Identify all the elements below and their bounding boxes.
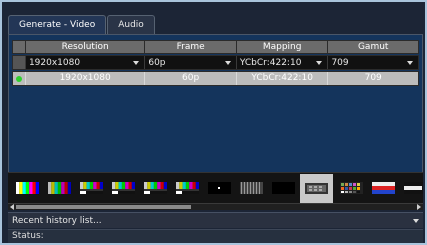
recent-history-label: Recent history list... <box>12 215 102 226</box>
scrollbar-thumb[interactable] <box>16 205 191 209</box>
recent-history-dropdown[interactable]: Recent history list... <box>8 212 423 228</box>
resolution-select-value: 1920x1080 <box>28 57 81 68</box>
smpte-bars-pattern-icon[interactable] <box>112 182 135 194</box>
tab-generate-video[interactable]: Generate - Video <box>8 15 107 34</box>
generator-window: Generate - Video Audio Resolution Frame … <box>0 0 427 245</box>
tab-audio[interactable]: Audio <box>107 15 155 34</box>
row-resolution: 1920x1080 <box>26 72 146 85</box>
header-frame: Frame <box>145 41 237 53</box>
row-frame: 60p <box>145 72 237 85</box>
test-card-pattern-icon[interactable] <box>300 174 333 203</box>
table-row[interactable]: 1920x1080 60p YCbCr:422:10 709 <box>12 71 419 86</box>
ramp-pattern-icon[interactable] <box>372 182 395 194</box>
smpte-bars-pattern-icon[interactable] <box>144 182 167 194</box>
row-status-cell <box>13 72 26 85</box>
resolution-select[interactable]: 1920x1080 <box>26 56 146 69</box>
chevron-down-icon <box>413 218 419 223</box>
chevron-down-icon <box>407 60 413 65</box>
selector-row: 1920x1080 60p YCbCr:422:10 709 <box>12 55 419 70</box>
selector-status-cell <box>13 56 26 69</box>
chevron-down-icon <box>224 60 231 65</box>
multiburst-pattern-icon[interactable] <box>240 182 263 194</box>
pattern-thumbnail-strip <box>8 172 423 204</box>
status-label: Status: <box>12 231 44 241</box>
header-mapping: Mapping <box>237 41 329 53</box>
active-status-dot-icon <box>16 76 22 82</box>
scroll-right-icon[interactable] <box>417 204 421 210</box>
smpte-bars-pattern-icon[interactable] <box>80 182 103 194</box>
color-bars-pattern-icon[interactable] <box>16 182 39 194</box>
frame-select[interactable]: 60p <box>145 56 237 69</box>
color-bars-pattern-icon[interactable] <box>48 182 71 194</box>
tab-bar: Generate - Video Audio <box>8 15 156 34</box>
color-bars-pattern-icon[interactable] <box>404 182 423 194</box>
header-status <box>13 41 26 53</box>
row-mapping: YCbCr:422:10 <box>237 72 329 85</box>
row-gamut: 709 <box>364 73 382 83</box>
header-resolution: Resolution <box>26 41 146 53</box>
color-checker-pattern-icon[interactable] <box>340 182 363 194</box>
horizontal-scrollbar[interactable] <box>8 203 423 210</box>
table-header: Resolution Frame Mapping Gamut <box>12 40 419 54</box>
chevron-down-icon <box>316 60 323 65</box>
gamut-select[interactable]: 709 <box>328 56 418 69</box>
black-pattern-icon[interactable] <box>272 182 295 194</box>
smpte-bars-pattern-icon[interactable] <box>176 182 199 194</box>
header-gamut: Gamut <box>357 42 389 52</box>
pluge-dot-pattern-icon[interactable] <box>208 182 231 194</box>
mapping-select[interactable]: YCbCr:422:10 <box>237 56 329 69</box>
status-bar: Status: <box>8 229 423 243</box>
chevron-down-icon <box>133 60 140 65</box>
scroll-left-icon[interactable] <box>10 204 14 210</box>
mapping-select-value: YCbCr:422:10 <box>239 57 302 68</box>
gamut-select-value: 709 <box>331 57 349 68</box>
frame-select-value: 60p <box>148 57 166 68</box>
